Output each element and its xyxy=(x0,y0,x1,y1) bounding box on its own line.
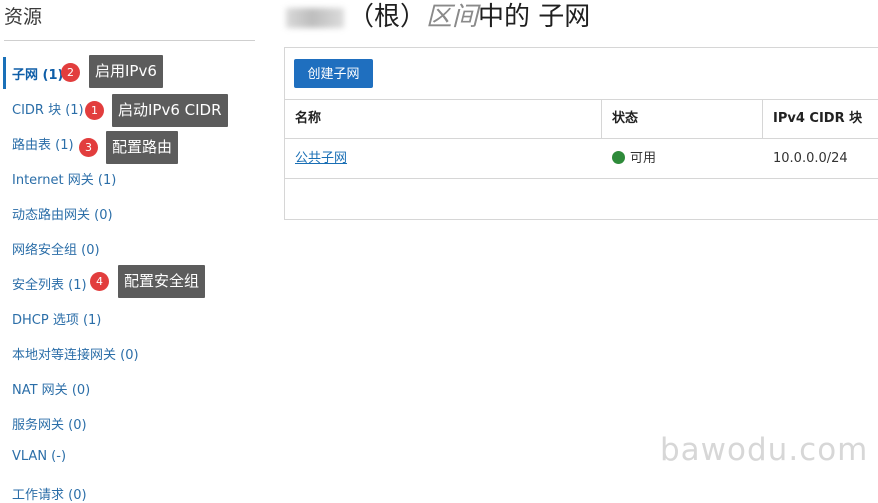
step-badge-3: 3 xyxy=(79,138,98,157)
callout-enable-ipv6: 启用IPv6 xyxy=(89,55,163,88)
subnet-status-cell: 可用 xyxy=(612,139,656,178)
sidebar-item-cidr-blocks[interactable]: CIDR 块 (1) xyxy=(12,99,84,118)
subnet-name-cell: 公共子网 xyxy=(295,139,347,178)
sidebar-item-work-requests[interactable]: 工作请求 (0) xyxy=(12,484,87,503)
status-available-icon xyxy=(612,151,625,164)
subnet-cidr-cell: 10.0.0.0/24 xyxy=(773,151,848,166)
page-title-root: （根） xyxy=(348,2,427,32)
table-header: 名称 状态 IPv4 CIDR 块 xyxy=(285,99,878,139)
sidebar-divider xyxy=(4,40,255,41)
sidebar-item-security-lists[interactable]: 安全列表 (1) xyxy=(12,274,87,293)
page-title-compartment: 区间 xyxy=(426,2,479,32)
create-subnet-button[interactable]: 创建子网 xyxy=(294,59,373,88)
sidebar-item-service-gateways[interactable]: 服务网关 (0) xyxy=(12,414,87,433)
subnet-name-link[interactable]: 公共子网 xyxy=(295,151,347,166)
subnets-panel: 创建子网 名称 状态 IPv4 CIDR 块 公共子网 可用 10.0.0.0/… xyxy=(284,47,878,220)
sidebar-item-internet-gateways[interactable]: Internet 网关 (1) xyxy=(12,169,116,188)
step-badge-1: 1 xyxy=(85,101,104,120)
page-title: （根）区间中的 子网 xyxy=(286,0,590,33)
sidebar-item-subnets[interactable]: 子网 (1) xyxy=(12,64,63,83)
active-item-indicator xyxy=(3,57,6,89)
step-badge-4: 4 xyxy=(90,272,109,291)
sidebar-item-local-peering-gateways[interactable]: 本地对等连接网关 (0) xyxy=(12,344,139,363)
column-divider xyxy=(601,100,602,138)
column-header-name[interactable]: 名称 xyxy=(295,100,321,138)
sidebar-item-route-tables[interactable]: 路由表 (1) xyxy=(12,134,74,153)
resources-title: 资源 xyxy=(4,6,43,28)
column-header-ipv4-cidr[interactable]: IPv4 CIDR 块 xyxy=(773,100,862,138)
page-title-suffix: 中的 子网 xyxy=(478,2,591,32)
table-row: 公共子网 可用 10.0.0.0/24 xyxy=(285,139,878,179)
sidebar-item-dhcp-options[interactable]: DHCP 选项 (1) xyxy=(12,309,101,328)
sidebar-item-network-security-groups[interactable]: 网络安全组 (0) xyxy=(12,239,100,258)
callout-configure-routing: 配置路由 xyxy=(106,131,179,164)
callout-configure-security-group: 配置安全组 xyxy=(118,265,206,298)
column-divider xyxy=(762,100,763,138)
redacted-name xyxy=(286,7,344,28)
sidebar-item-vlans[interactable]: VLAN (-) xyxy=(12,449,66,464)
sidebar-item-nat-gateways[interactable]: NAT 网关 (0) xyxy=(12,379,90,398)
callout-start-ipv6-cidr: 启动IPv6 CIDR xyxy=(112,94,228,127)
watermark: bawodu.com xyxy=(660,432,869,468)
column-header-status[interactable]: 状态 xyxy=(612,100,638,138)
subnet-status-text: 可用 xyxy=(630,151,657,166)
sidebar-item-dynamic-routing-gateways[interactable]: 动态路由网关 (0) xyxy=(12,204,113,223)
step-badge-2: 2 xyxy=(61,63,80,82)
